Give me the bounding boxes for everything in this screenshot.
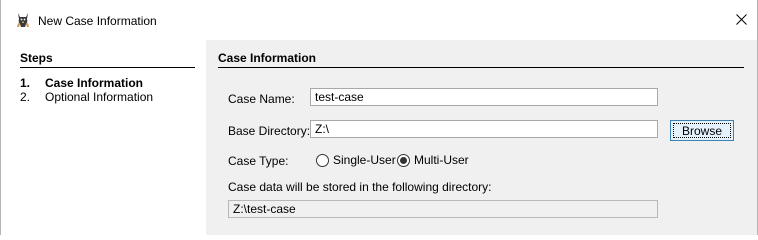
storage-path-field <box>228 200 658 218</box>
radio-circle <box>316 153 329 167</box>
step-item-optional-information: 2. Optional Information <box>20 90 153 104</box>
case-name-label: Case Name: <box>228 92 295 106</box>
window-title: New Case Information <box>38 14 157 28</box>
storage-note: Case data will be stored in the followin… <box>228 180 492 194</box>
title-bar: New Case Information <box>1 0 757 40</box>
case-name-input[interactable] <box>310 88 658 106</box>
browse-button-label: Browse <box>673 123 731 138</box>
autopsy-dog-icon <box>15 12 31 28</box>
radio-circle <box>397 153 410 167</box>
panel-title: Case Information <box>218 51 744 68</box>
step-number: 1. <box>20 76 31 90</box>
radio-multi-user[interactable]: Multi-User <box>397 153 469 167</box>
steps-panel: Steps 1. Case Information 2. Optional Info… <box>1 40 204 235</box>
new-case-dialog: New Case Information Steps 1. Case Inform… <box>0 0 758 235</box>
radio-single-user[interactable]: Single-User <box>316 153 396 167</box>
radio-label: Single-User <box>333 153 396 167</box>
base-directory-label: Base Directory: <box>228 124 311 138</box>
step-number: 2. <box>20 90 31 104</box>
base-directory-input[interactable] <box>310 120 658 138</box>
step-label: Case Information <box>45 76 144 90</box>
case-type-label: Case Type: <box>228 154 289 168</box>
close-icon <box>736 14 747 25</box>
step-item-case-information: 1. Case Information <box>20 76 153 90</box>
radio-label: Multi-User <box>414 153 469 167</box>
browse-button[interactable]: Browse <box>670 120 734 141</box>
steps-list: 1. Case Information 2. Optional Informatio… <box>20 76 153 104</box>
case-information-panel: Case Information Case Name: Base Directo… <box>206 40 757 235</box>
steps-header: Steps <box>20 51 195 68</box>
close-button[interactable] <box>727 6 757 34</box>
step-label: Optional Information <box>45 90 154 104</box>
